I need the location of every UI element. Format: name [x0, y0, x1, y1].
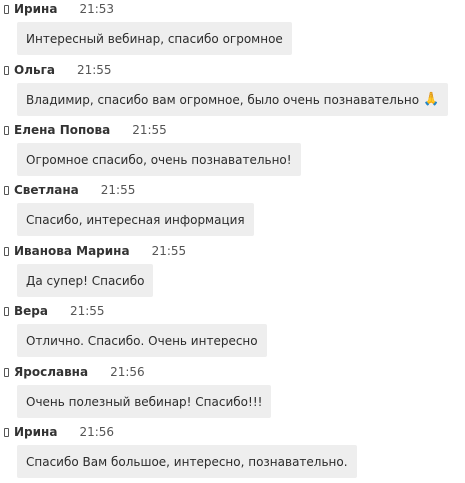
- message-text: Да супер! Спасибо: [26, 273, 145, 288]
- message-text: Огромное спасибо, очень познавательно!: [26, 152, 292, 167]
- chat-message: Ольга 21:55 Владимир, спасибо вам огромн…: [0, 61, 465, 121]
- message-header: Ольга 21:55: [4, 61, 112, 79]
- message-bubble: Интересный вебинар, спасибо огромное: [17, 22, 292, 55]
- chat-message-list: Ирина 21:53 Интересный вебинар, спасибо …: [0, 0, 465, 479]
- user-icon: [4, 427, 9, 437]
- message-header: Ирина 21:56: [4, 423, 114, 441]
- praying-hands-emoji-icon: 🙏: [423, 92, 440, 107]
- chat-message: Ирина 21:53 Интересный вебинар, спасибо …: [0, 0, 465, 60]
- user-icon: [4, 125, 9, 135]
- message-time: 21:53: [79, 2, 115, 16]
- message-header: Вера 21:55: [4, 302, 105, 320]
- message-bubble: Да супер! Спасибо: [17, 264, 154, 297]
- message-author: Ирина: [14, 2, 58, 16]
- message-text: Спасибо, интересная информация: [26, 212, 245, 227]
- message-header: Светлана 21:55: [4, 181, 135, 199]
- message-text: Интересный вебинар, спасибо огромное: [26, 31, 283, 46]
- user-icon: [4, 4, 9, 14]
- message-author: Вера: [14, 304, 48, 318]
- message-header: Ирина 21:53: [4, 0, 114, 18]
- message-time: 21:55: [151, 244, 187, 258]
- user-icon: [4, 246, 9, 256]
- message-time: 21:55: [132, 123, 167, 137]
- message-bubble: Спасибо, интересная информация: [17, 203, 254, 236]
- message-text: Очень полезный вебинар! Спасибо!!!: [26, 394, 263, 409]
- message-author: Иванова Марина: [14, 244, 130, 258]
- user-icon: [4, 367, 9, 377]
- chat-message: Елена Попова 21:55 Огромное спасибо, оче…: [0, 121, 465, 181]
- user-icon: [4, 185, 9, 195]
- message-bubble: Владимир, спасибо вам огромное, было оче…: [17, 83, 449, 116]
- message-text: Отлично. Спасибо. Очень интересно: [26, 333, 258, 348]
- message-text: Владимир, спасибо вам огромное, было оче…: [26, 92, 420, 107]
- chat-message: Ирина 21:56 Спасибо Вам большое, интерес…: [0, 423, 465, 483]
- chat-message: Иванова Марина 21:55 Да супер! Спасибо: [0, 242, 465, 302]
- message-author: Ольга: [14, 63, 55, 77]
- message-bubble: Спасибо Вам большое, интересно, познават…: [17, 445, 357, 478]
- message-bubble: Отлично. Спасибо. Очень интересно: [17, 324, 267, 357]
- message-bubble: Очень полезный вебинар! Спасибо!!!: [17, 385, 272, 418]
- message-author: Ирина: [14, 425, 58, 439]
- message-bubble: Огромное спасибо, очень познавательно!: [17, 143, 301, 176]
- message-author: Ярославна: [14, 365, 89, 379]
- message-time: 21:55: [100, 183, 136, 197]
- message-text: Спасибо Вам большое, интересно, познават…: [26, 454, 348, 469]
- message-header: Елена Попова 21:55: [4, 121, 167, 139]
- message-author: Светлана: [14, 183, 79, 197]
- message-time: 21:56: [110, 365, 145, 379]
- message-author: Елена Попова: [14, 123, 111, 137]
- message-time: 21:56: [79, 425, 115, 439]
- chat-message: Ярославна 21:56 Очень полезный вебинар! …: [0, 363, 465, 423]
- message-header: Иванова Марина 21:55: [4, 242, 186, 260]
- user-icon: [4, 306, 9, 316]
- message-time: 21:55: [76, 63, 112, 77]
- chat-message: Светлана 21:55 Спасибо, интересная инфор…: [0, 181, 465, 241]
- message-time: 21:55: [69, 304, 105, 318]
- user-icon: [4, 65, 9, 75]
- message-header: Ярославна 21:56: [4, 363, 145, 381]
- chat-message: Вера 21:55 Отлично. Спасибо. Очень интер…: [0, 302, 465, 362]
